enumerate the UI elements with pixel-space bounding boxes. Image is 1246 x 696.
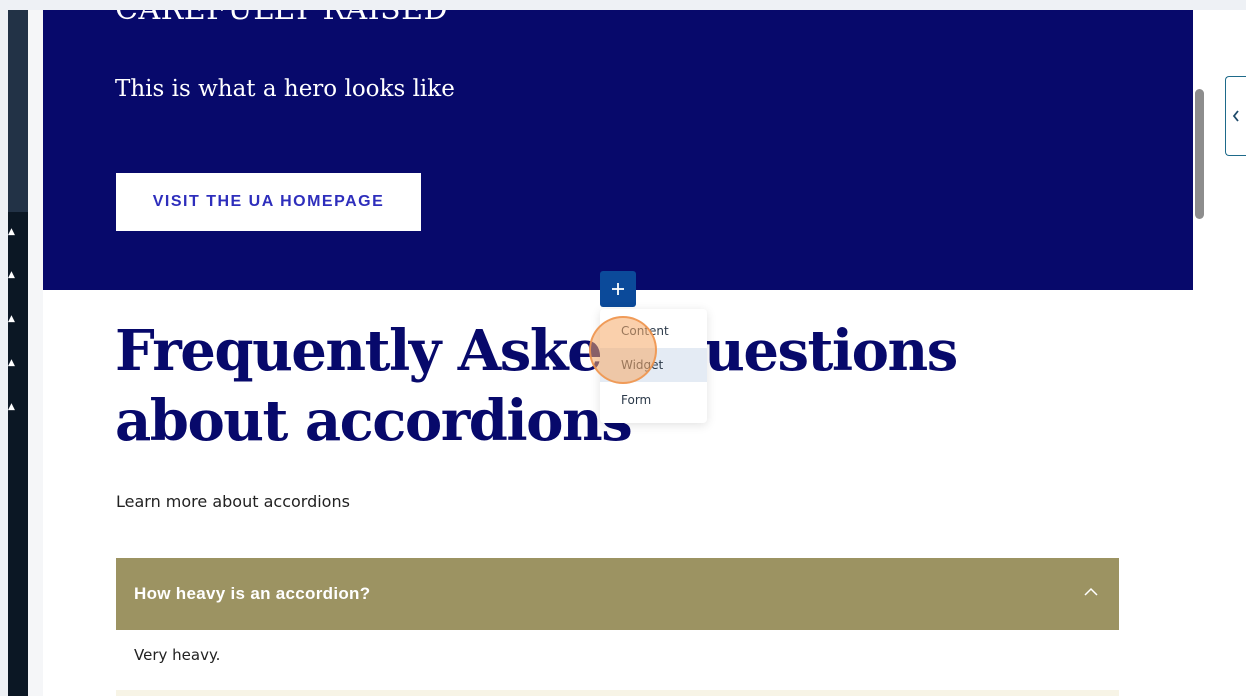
accordion-answer: Very heavy. bbox=[134, 646, 221, 664]
sidebar-rail-lower bbox=[8, 212, 28, 696]
add-block-menu: Content Widget Form bbox=[600, 309, 707, 423]
menu-item-content[interactable]: Content bbox=[600, 314, 707, 348]
hero-title: CAREFULLY RAISED bbox=[115, 10, 448, 27]
next-accordion-edge[interactable] bbox=[116, 690, 1119, 696]
hero-section: CAREFULLY RAISED This is what a hero loo… bbox=[43, 10, 1193, 290]
right-panel-toggle[interactable] bbox=[1225, 76, 1246, 156]
scrollbar-thumb[interactable] bbox=[1195, 89, 1204, 219]
top-strip bbox=[0, 0, 1246, 10]
visit-homepage-button[interactable]: VISIT THE UA HOMEPAGE bbox=[116, 173, 421, 231]
caret-up-icon[interactable]: ▲ bbox=[8, 226, 16, 238]
faq-intro: Learn more about accordions bbox=[116, 492, 350, 511]
caret-up-icon[interactable]: ▲ bbox=[8, 357, 16, 369]
faq-heading: Frequently Asked Questions about accordi… bbox=[115, 318, 958, 454]
accordion-question: How heavy is an accordion? bbox=[134, 584, 371, 603]
chevron-left-icon bbox=[1232, 110, 1239, 122]
menu-item-form[interactable]: Form bbox=[600, 383, 707, 417]
left-sidebar-rail: ▲ ▲ ▲ ▲ ▲ bbox=[8, 10, 28, 696]
add-block-button[interactable] bbox=[600, 271, 636, 307]
chevron-up-icon[interactable] bbox=[1083, 584, 1099, 600]
accordion-header[interactable]: How heavy is an accordion? bbox=[116, 558, 1119, 630]
plus-icon bbox=[612, 283, 624, 295]
menu-item-widget[interactable]: Widget bbox=[600, 348, 707, 382]
caret-up-icon[interactable]: ▲ bbox=[8, 401, 16, 413]
caret-up-icon[interactable]: ▲ bbox=[8, 269, 16, 281]
caret-up-icon[interactable]: ▲ bbox=[8, 313, 16, 325]
sidebar-rail-upper bbox=[8, 10, 28, 212]
hero-subtitle: This is what a hero looks like bbox=[115, 76, 455, 102]
